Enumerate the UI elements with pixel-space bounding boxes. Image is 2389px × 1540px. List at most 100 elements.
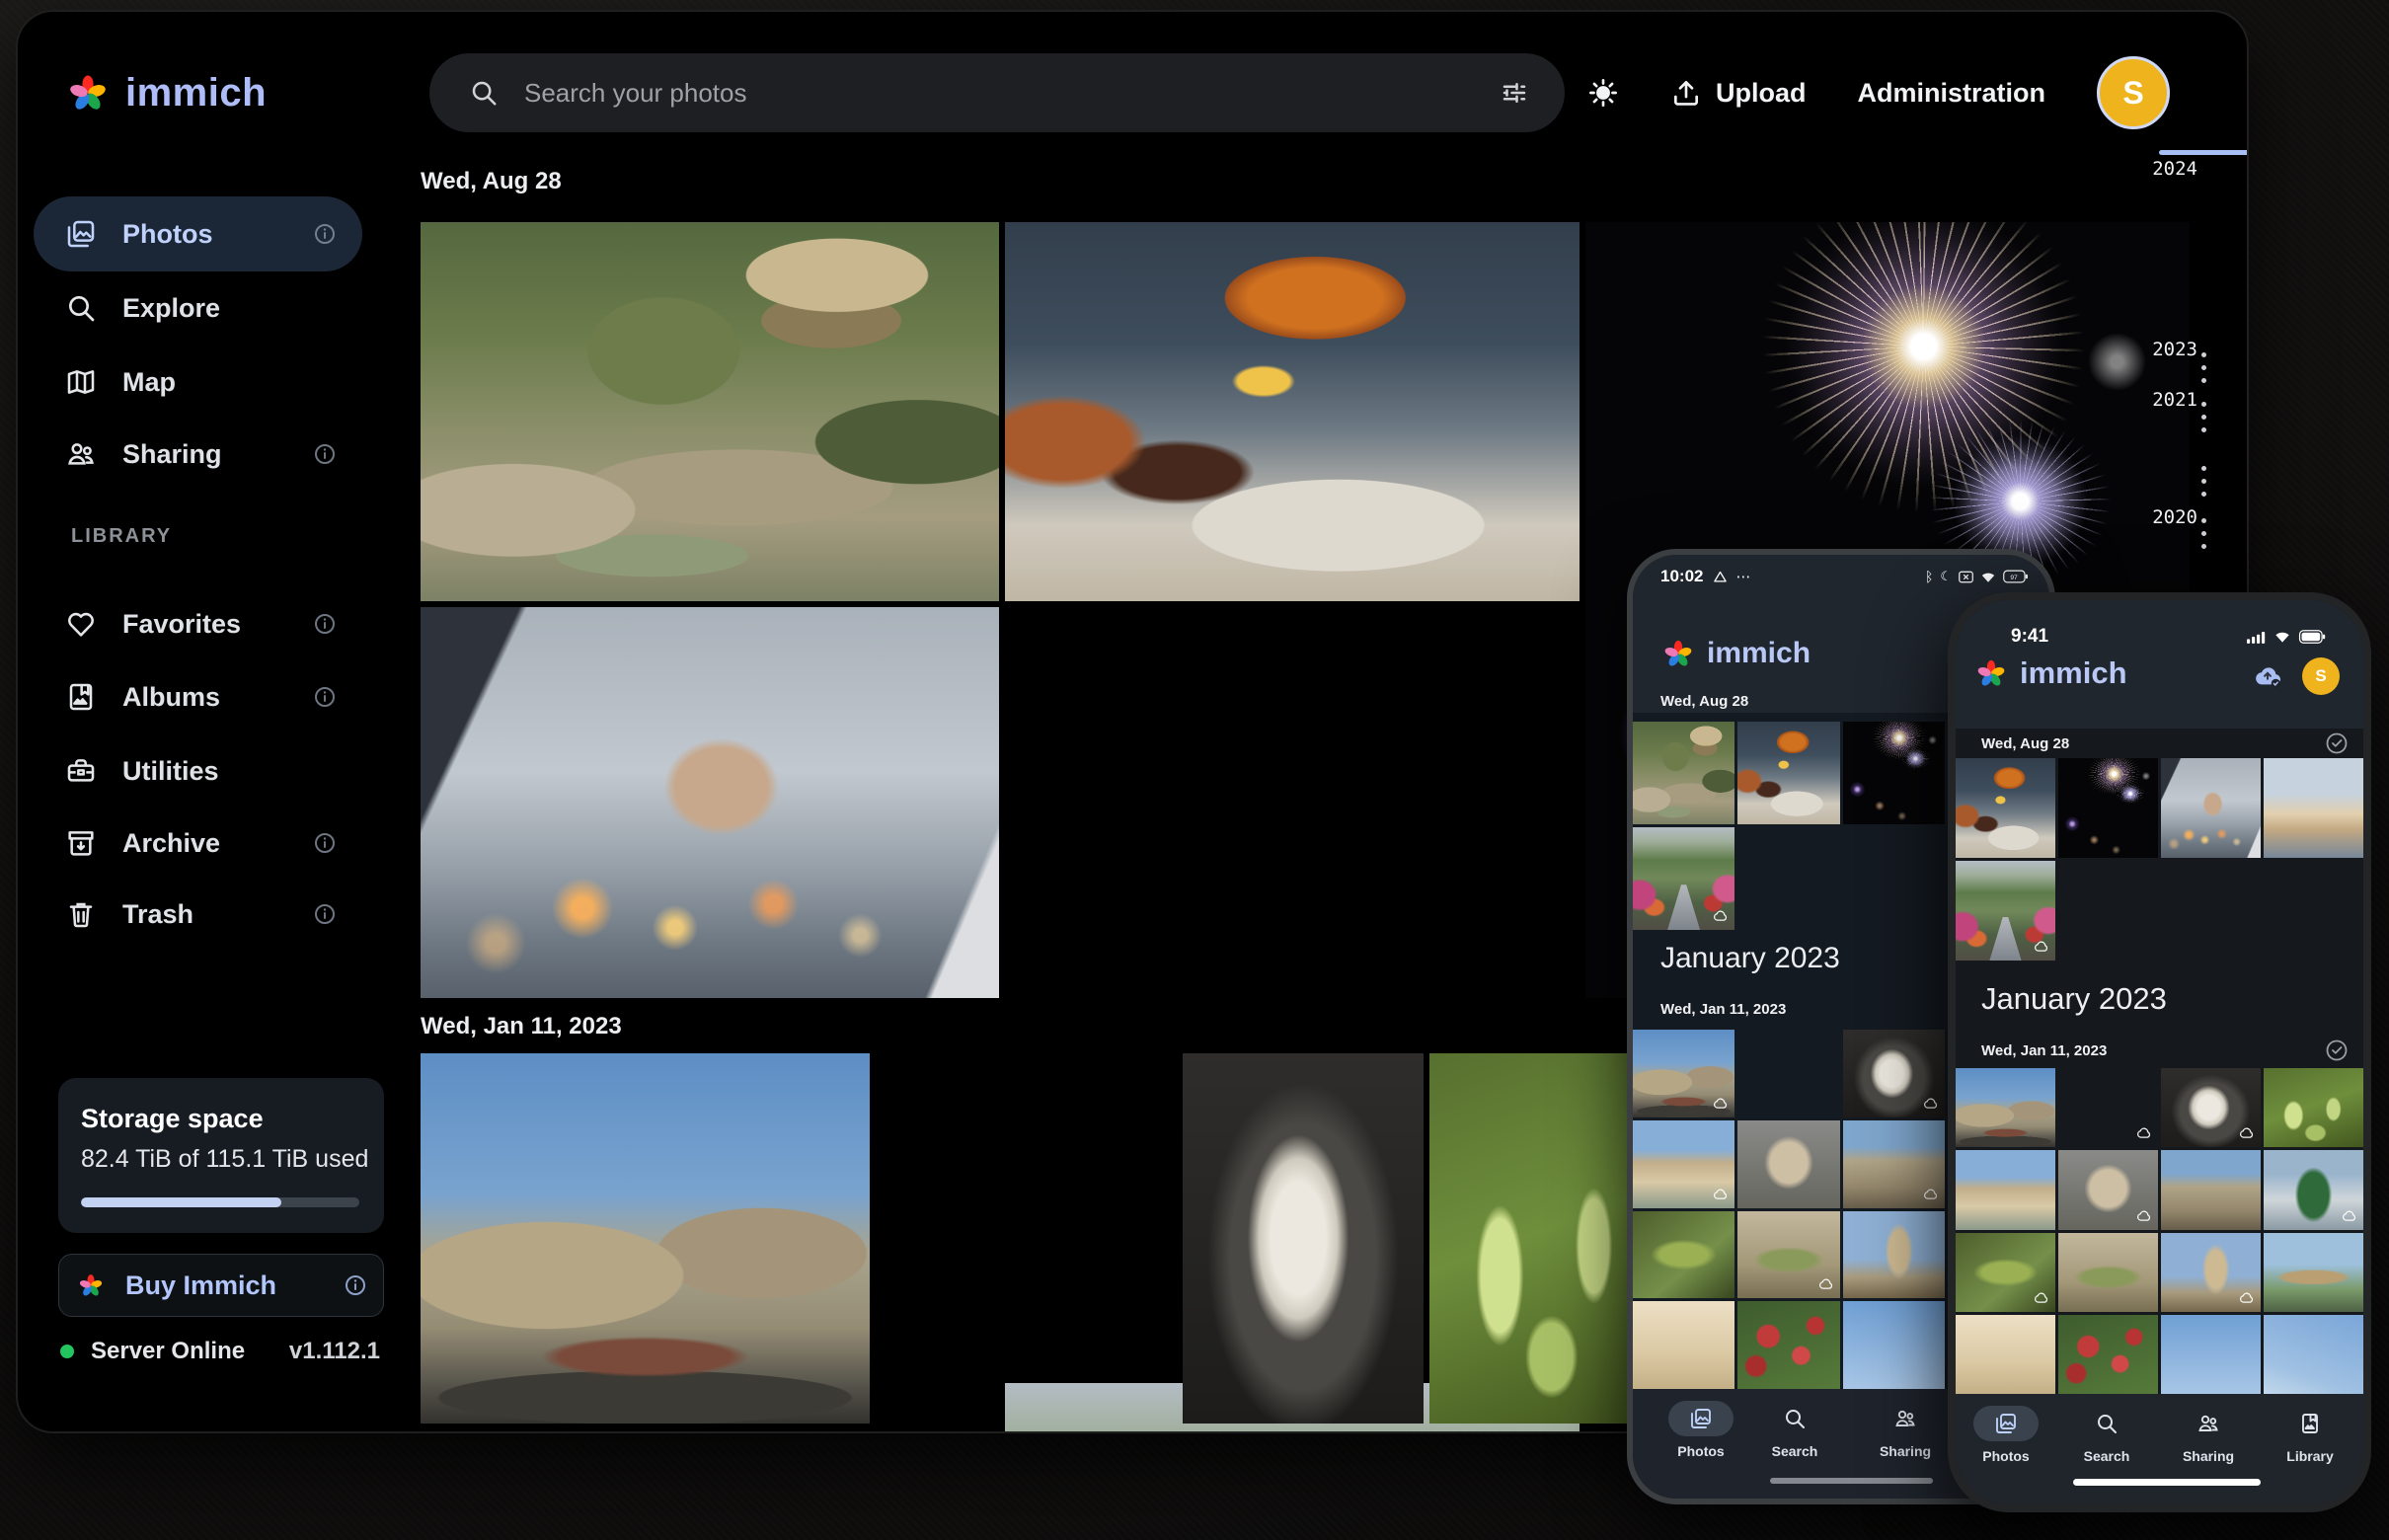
- info-icon[interactable]: [344, 1273, 367, 1297]
- photo-bust[interactable]: [1183, 1053, 1424, 1424]
- filter-sliders-icon[interactable]: [1500, 78, 1529, 108]
- phone-photo-dinner[interactable]: [1956, 758, 2055, 858]
- phone-photo-beach[interactable]: [1633, 1120, 1734, 1208]
- timeline-year-2020[interactable]: 2020: [2138, 506, 2197, 528]
- phone-photo-berries[interactable]: [2264, 1068, 2363, 1147]
- sidebar-item-map[interactable]: Map: [34, 345, 362, 420]
- timeline-year-2024[interactable]: 2024: [2138, 158, 2197, 180]
- sidebar-item-trash[interactable]: Trash: [34, 877, 362, 952]
- phone-photo-sand[interactable]: [1633, 1301, 1734, 1389]
- phone-photo-xmas[interactable]: [2264, 1150, 2363, 1229]
- nav-sharing[interactable]: Sharing: [2163, 1406, 2254, 1464]
- phone-photo-coastal[interactable]: [2058, 1068, 2158, 1147]
- phone-photo-fireworks[interactable]: [2058, 758, 2158, 858]
- user-avatar[interactable]: S: [2097, 56, 2170, 129]
- photo-hands[interactable]: [421, 607, 999, 998]
- date-header-jan: Wed, Jan 11, 2023: [421, 1013, 622, 1040]
- theme-toggle-sun-icon[interactable]: [1587, 77, 1619, 109]
- nav-search[interactable]: Search: [2061, 1406, 2152, 1464]
- phone-photo-bridge[interactable]: [2264, 1233, 2363, 1312]
- avatar-letter: S: [2315, 666, 2326, 686]
- info-icon[interactable]: [313, 612, 337, 636]
- upload-button[interactable]: Upload: [1670, 77, 1807, 109]
- search-icon: [1783, 1407, 1807, 1430]
- timeline-tick: [2201, 466, 2206, 471]
- photo-coastal[interactable]: [876, 1053, 1177, 1424]
- phone-photo-lizard2[interactable]: [2058, 1233, 2158, 1312]
- phone-photo-autumn[interactable]: [1956, 861, 2055, 961]
- timeline-year-2021[interactable]: 2021: [2138, 389, 2197, 411]
- phone-photo-stonebust[interactable]: [1737, 1120, 1839, 1208]
- buy-immich-button[interactable]: Buy Immich: [58, 1254, 384, 1317]
- phone-photo-castle[interactable]: [1633, 1030, 1734, 1117]
- cloud-sync-icon[interactable]: [2251, 663, 2284, 689]
- phone-photo-sand[interactable]: [1956, 1315, 2055, 1394]
- info-icon[interactable]: [313, 442, 337, 466]
- phone-photo-lizard[interactable]: [1956, 1233, 2055, 1312]
- nav-search[interactable]: Search: [1749, 1401, 1840, 1459]
- phone-photo-walls[interactable]: [1843, 1120, 1945, 1208]
- cloud-icon: [1817, 1275, 1834, 1292]
- photo-dinner[interactable]: [1005, 222, 1580, 601]
- select-all-check-icon[interactable]: [2325, 732, 2349, 755]
- phone2-home-indicator[interactable]: [2073, 1479, 2261, 1486]
- avatar-letter: S: [2122, 75, 2143, 112]
- sidebar-item-photos[interactable]: Photos: [34, 196, 362, 271]
- info-icon[interactable]: [313, 902, 337, 926]
- phone-photo-monkeys[interactable]: [1633, 722, 1734, 824]
- phone2-user-avatar[interactable]: S: [2302, 657, 2340, 695]
- phone-photo-lizard[interactable]: [1633, 1211, 1734, 1299]
- sidebar-item-sharing[interactable]: Sharing: [34, 417, 362, 492]
- info-icon[interactable]: [313, 685, 337, 709]
- nav-photos[interactable]: Photos: [1656, 1401, 1746, 1459]
- phone-photo-sky2[interactable]: [2264, 1315, 2363, 1394]
- album-icon: [65, 681, 97, 713]
- phone-photo-hands[interactable]: [2161, 758, 2261, 858]
- battery-icon: 97: [2003, 570, 2028, 583]
- nav-label: Search: [2084, 1448, 2130, 1464]
- phone-photo-coastal[interactable]: [1737, 1030, 1839, 1117]
- info-icon[interactable]: [313, 831, 337, 855]
- select-all-check-icon[interactable]: [2325, 1039, 2349, 1062]
- phone-photo-bust[interactable]: [1843, 1030, 1945, 1117]
- sidebar-item-favorites[interactable]: Favorites: [34, 586, 362, 661]
- phone-photo-fireworks[interactable]: [1843, 722, 1945, 824]
- phone-photo-flowers[interactable]: [2058, 1315, 2158, 1394]
- administration-link[interactable]: Administration: [1857, 78, 2045, 109]
- sidebar-item-albums[interactable]: Albums: [34, 659, 362, 734]
- cloud-icon: [1712, 907, 1729, 924]
- sidebar-item-archive[interactable]: Archive: [34, 806, 362, 881]
- phone-photo-tower[interactable]: [1843, 1211, 1945, 1299]
- phone-photo-autumn[interactable]: [1633, 827, 1734, 930]
- phone1-clock: 10:02: [1660, 567, 1703, 586]
- immich-logo[interactable]: immich: [64, 69, 267, 116]
- phone1-status-bar: 10:02 ⋯ ᛒ ☾ 97: [1633, 567, 2049, 586]
- phone1-home-indicator[interactable]: [1770, 1478, 1933, 1484]
- sidebar-item-utilities[interactable]: Utilities: [34, 733, 362, 808]
- phone-photo-castle[interactable]: [1956, 1068, 2055, 1147]
- server-version: v1.112.1: [289, 1338, 380, 1365]
- info-icon[interactable]: [313, 222, 337, 246]
- phone-photo-sunset[interactable]: [2264, 758, 2363, 858]
- screenshot-stage: immich Search your photos Upload: [0, 0, 2389, 1540]
- search-input[interactable]: Search your photos: [429, 53, 1565, 132]
- phone-photo-dinner[interactable]: [1737, 722, 1839, 824]
- timeline-scrubber-handle[interactable]: [2159, 150, 2249, 155]
- photo-monkeys[interactable]: [421, 222, 999, 601]
- phone-photo-lizard2[interactable]: [1737, 1211, 1839, 1299]
- phone-photo-tower[interactable]: [2161, 1233, 2261, 1312]
- sidebar-item-explore[interactable]: Explore: [34, 270, 362, 346]
- photo-castle[interactable]: [421, 1053, 870, 1424]
- phone-photo-bust[interactable]: [2161, 1068, 2261, 1147]
- phone-photo-stonebust[interactable]: [2058, 1150, 2158, 1229]
- phone-photo-sky[interactable]: [1843, 1301, 1945, 1389]
- phone-photo-flowers[interactable]: [1737, 1301, 1839, 1389]
- nav-library[interactable]: Library: [2265, 1406, 2355, 1464]
- phone-photo-walls[interactable]: [2161, 1150, 2261, 1229]
- phone-photo-beach[interactable]: [1956, 1150, 2055, 1229]
- timeline-year-2023[interactable]: 2023: [2138, 339, 2197, 360]
- phone2-date-aug: Wed, Aug 28: [1981, 732, 2349, 755]
- phone-photo-sky[interactable]: [2161, 1315, 2261, 1394]
- nav-sharing[interactable]: Sharing: [1860, 1401, 1951, 1459]
- nav-photos[interactable]: Photos: [1961, 1406, 2051, 1464]
